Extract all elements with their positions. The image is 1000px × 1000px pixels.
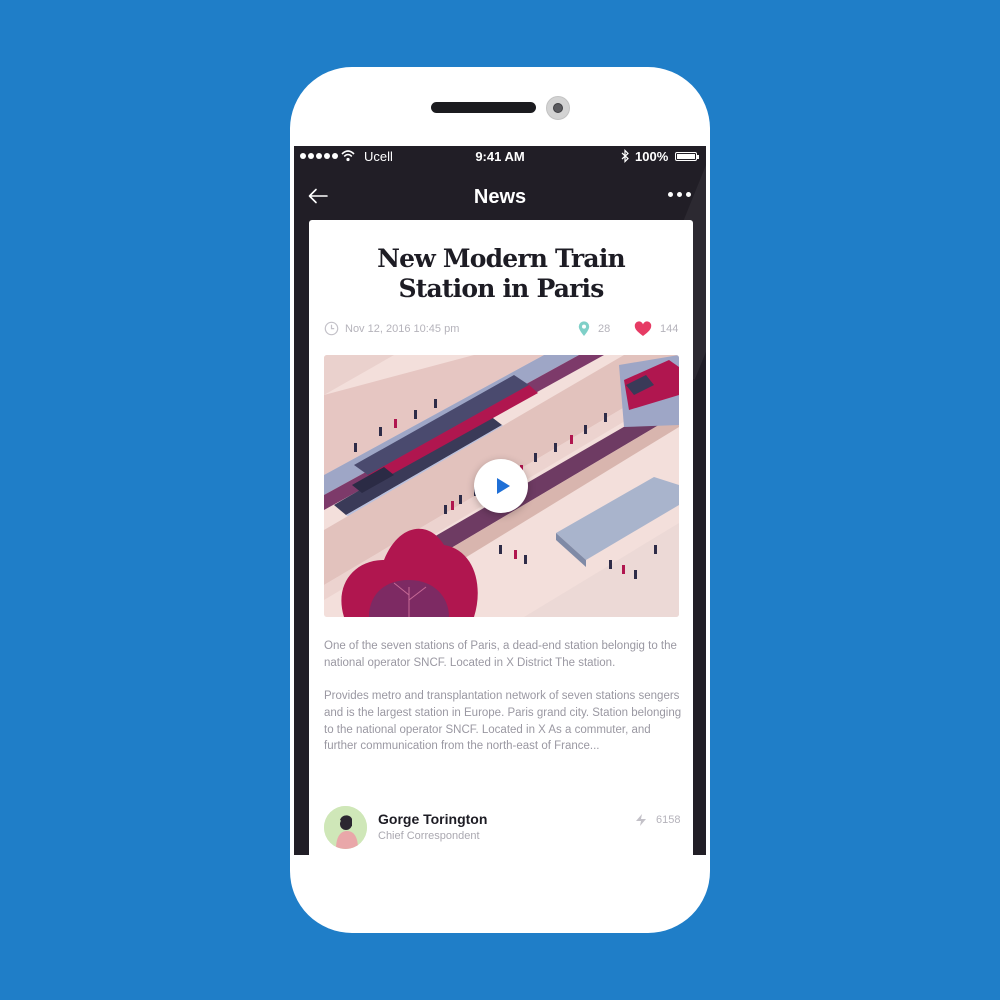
play-button[interactable] <box>474 459 528 513</box>
article-title-line-2: Station in Paris <box>398 274 604 303</box>
like-count: 144 <box>660 323 679 335</box>
location-count-value: 28 <box>598 323 611 335</box>
article-paragraph-1: One of the seven stations of Paris, a de… <box>324 640 677 669</box>
article-title-line-1: New Modern Train <box>377 244 626 273</box>
share-button[interactable]: 6158 <box>634 812 680 828</box>
share-icon <box>636 814 646 826</box>
author-role: Chief Correspondent <box>378 830 480 842</box>
nav-bar: News <box>294 176 706 220</box>
article-card: New Modern Train Station in Paris Nov 12… <box>309 220 693 855</box>
date-row: Nov 12, 2016 10:45 pm <box>324 321 459 336</box>
screen: Ucell 9:41 AM 100% News New Modern Train… <box>294 146 706 855</box>
clock-icon <box>324 321 339 336</box>
author-section: Gorge Torington Chief Correspondent 6158 <box>324 806 680 855</box>
more-icon[interactable] <box>668 192 691 197</box>
phone-frame: Ucell 9:41 AM 100% News New Modern Train… <box>290 67 710 933</box>
nav-title: News <box>473 186 527 208</box>
heart-icon <box>634 321 652 336</box>
article-date: Nov 12, 2016 10:45 pm <box>345 322 460 335</box>
article-meta: Nov 12, 2016 10:45 pm 28 144 <box>324 321 679 341</box>
author-name[interactable]: Gorge Torington <box>378 811 487 827</box>
battery-icon <box>675 152 699 161</box>
battery-percent: 100% <box>635 149 669 164</box>
status-bar: Ucell 9:41 AM 100% <box>294 146 706 168</box>
speaker-grille <box>431 102 536 113</box>
share-count: 6158 <box>656 814 681 826</box>
author-avatar-illustration <box>324 806 367 849</box>
article-hero-image <box>324 355 679 617</box>
like-button[interactable]: 144 <box>634 321 678 337</box>
avatar[interactable] <box>324 806 367 849</box>
article-paragraph-2: Provides metro and transplantation netwo… <box>324 690 682 753</box>
location-count[interactable]: 28 <box>578 321 610 337</box>
front-camera <box>546 96 570 120</box>
bluetooth-icon <box>621 149 629 163</box>
article-title: New Modern Train Station in Paris <box>309 244 693 304</box>
location-pin-icon <box>578 321 590 336</box>
